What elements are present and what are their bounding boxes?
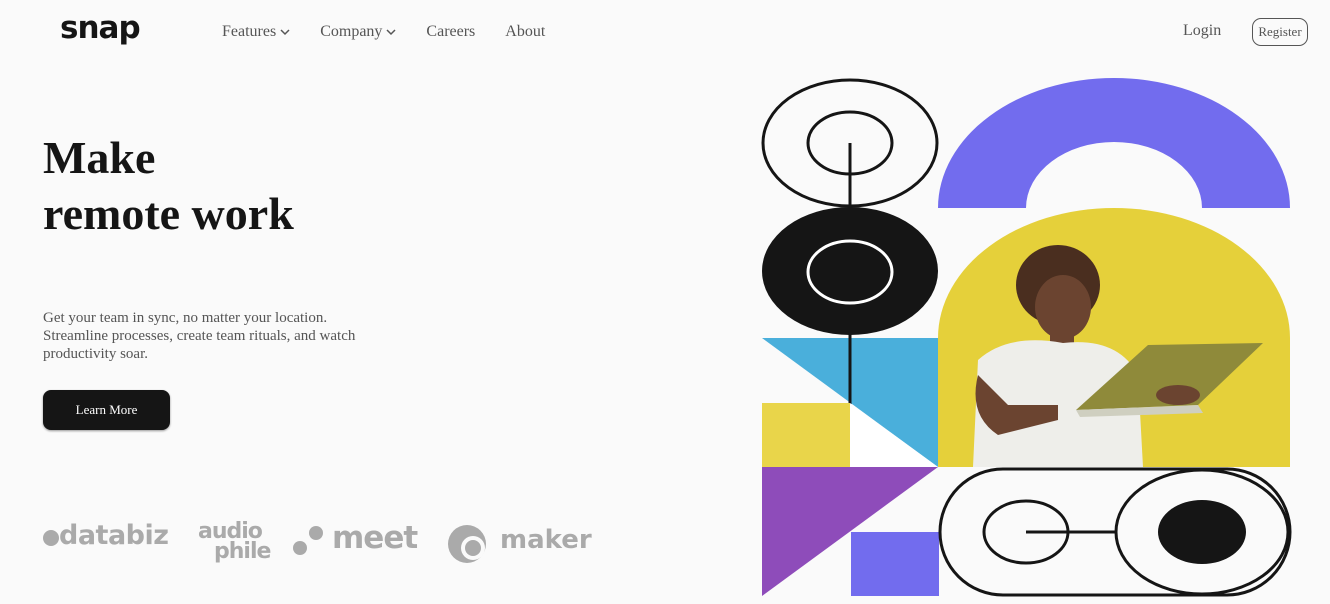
headline-line-2: remote work xyxy=(43,188,294,239)
meet-dots-icon xyxy=(293,526,323,555)
login-link[interactable]: Login xyxy=(1183,22,1221,40)
purple-arch xyxy=(938,78,1290,208)
yellow-square xyxy=(762,403,850,467)
learn-more-button[interactable]: Learn More xyxy=(43,390,170,430)
maker-circle-icon xyxy=(448,525,486,563)
nav-careers[interactable]: Careers xyxy=(426,23,475,41)
client-logo-maker-text: maker xyxy=(500,525,592,555)
client-logo-audiophile: audio phile xyxy=(198,521,271,564)
nav-company-label: Company xyxy=(320,23,383,40)
nav-features[interactable]: Features xyxy=(222,23,290,41)
main-nav: Features Company Careers About xyxy=(222,23,575,41)
register-button[interactable]: Register xyxy=(1252,18,1308,46)
brand-logo[interactable]: snap xyxy=(60,10,141,46)
nav-about[interactable]: About xyxy=(505,23,545,41)
nav-careers-label: Careers xyxy=(426,23,476,40)
chevron-down-icon xyxy=(386,29,396,36)
hero-headline: Make remote work xyxy=(43,130,294,242)
chevron-down-icon xyxy=(280,29,290,36)
purple-square xyxy=(851,532,939,596)
client-logo-meet-text: meet xyxy=(332,520,418,556)
nav-about-label: About xyxy=(505,23,546,40)
nav-company[interactable]: Company xyxy=(320,23,396,41)
hand xyxy=(1156,385,1200,405)
hero-description: Get your team in sync, no matter your lo… xyxy=(43,310,356,362)
headline-line-1: Make xyxy=(43,132,156,183)
face xyxy=(1035,275,1091,339)
black-dot xyxy=(1158,500,1246,564)
black-ellipse xyxy=(762,207,938,335)
client-logo-databiz-text: databiz xyxy=(59,520,169,551)
hero-illustration xyxy=(761,78,1292,597)
dot-icon xyxy=(43,530,59,546)
nav-features-label: Features xyxy=(222,23,277,40)
client-logo-audiophile-line2: phile xyxy=(214,539,271,564)
